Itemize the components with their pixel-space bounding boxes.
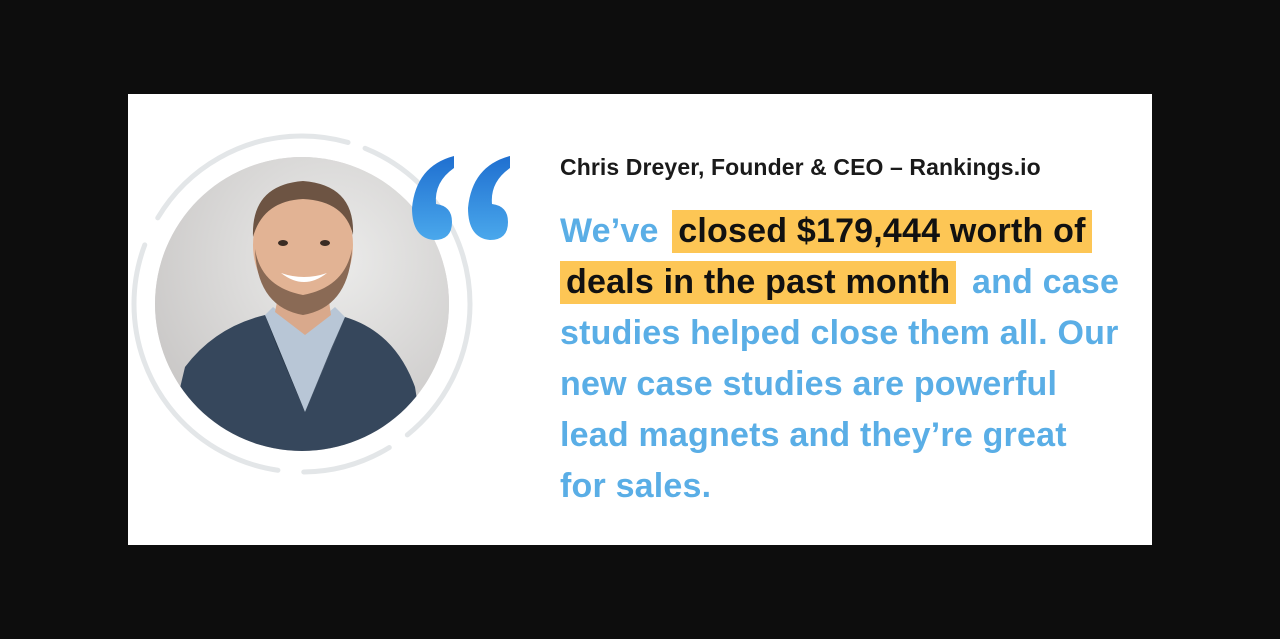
testimonial-quote: We’ve closed $179,444 worth of deals in … [560,206,1130,512]
quote-line: for sales. [560,467,712,505]
quote-line: lead magnets and they’re great [560,416,1067,454]
quote-line: new case studies are powerful [560,365,1058,403]
quotation-mark-icon [412,156,510,240]
quote-highlight: deals in the past month [560,261,957,304]
quote-text: We’ve [560,212,669,250]
attribution-text: Chris Dreyer, Founder & CEO – Rankings.i… [560,154,1041,180]
quote-line: deals in the past month and case [560,257,1130,308]
quote-line: We’ve closed $179,444 worth of [560,206,1130,257]
quote-highlight: closed $179,444 worth of [672,210,1092,253]
testimonial-card: Chris Dreyer, Founder & CEO – Rankings.i… [128,94,1152,545]
portrait-photo [155,157,449,451]
quote-text: and case [962,263,1120,301]
quote-line: studies helped close them all. Our [560,314,1119,352]
